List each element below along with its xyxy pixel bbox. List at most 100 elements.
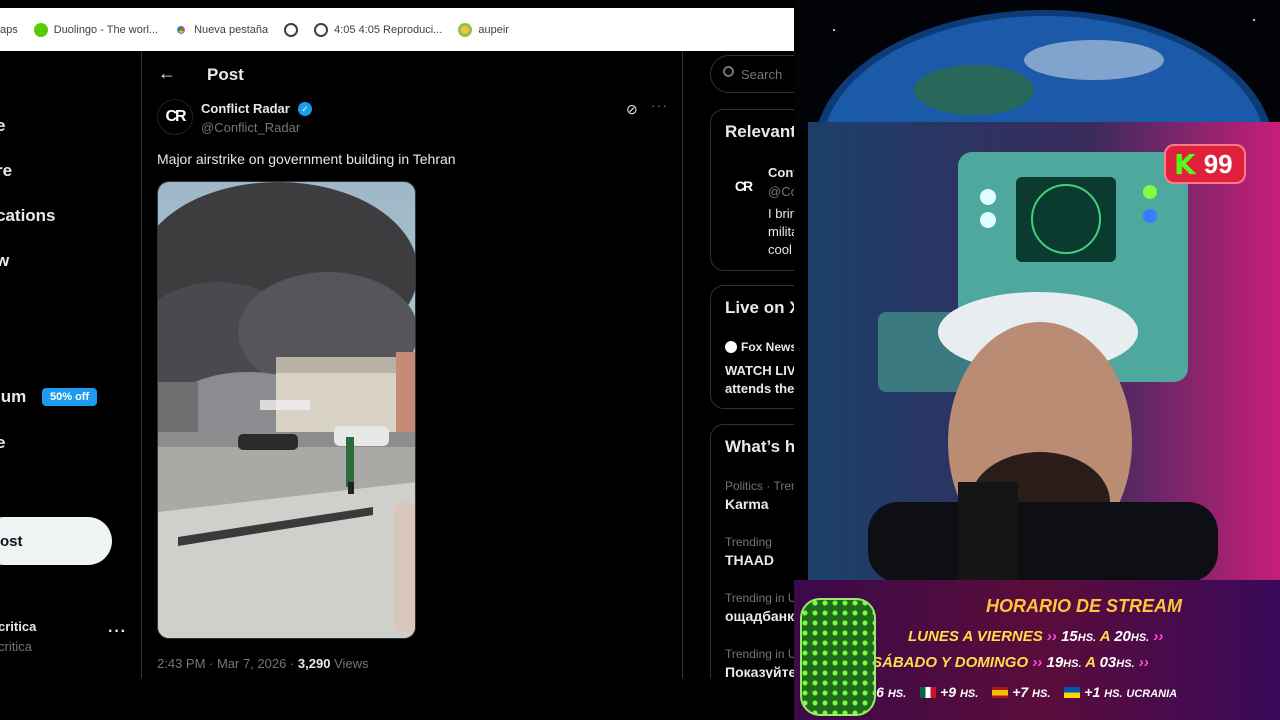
- ukraine-label: UCRANIA: [1126, 688, 1178, 700]
- bookmark-apps[interactable]: aps: [0, 16, 26, 44]
- live-headline[interactable]: WATCH LIVE:: [725, 363, 794, 378]
- bookmark-duolingo[interactable]: Duolingo - The worl...: [26, 16, 166, 44]
- fox-news-icon: [725, 341, 737, 353]
- live-source-name: Fox News: [741, 340, 794, 354]
- globe-icon: [314, 22, 329, 37]
- spain-flag-icon: [992, 687, 1009, 698]
- bookmark-reproduction[interactable]: 4:05 4:05 Reproduci...: [306, 16, 450, 44]
- bookmark-aupeir[interactable]: aupeir: [450, 16, 517, 44]
- whats-happening-card: [710, 424, 794, 678]
- nav-item-premium[interactable]: ium: [0, 387, 26, 407]
- live-source[interactable]: Fox News: [725, 340, 794, 354]
- chrome-icon: [174, 22, 189, 37]
- left-nav: e re cations w ium 50% off e ost critica…: [0, 51, 142, 678]
- schedule-to: 03: [1099, 654, 1117, 671]
- nav-item-profile[interactable]: e: [0, 433, 5, 453]
- live-headline[interactable]: attends the S: [725, 381, 794, 396]
- search-input[interactable]: Search: [710, 55, 794, 93]
- post-meta: 2:43 PM · Mar 7, 2026 · 3,290 Views: [157, 656, 369, 671]
- post-timestamp[interactable]: 2:43 PM · Mar 7, 2026 ·: [157, 656, 298, 671]
- trend-name[interactable]: Показуйте: [725, 664, 794, 678]
- earth-background: [794, 0, 1280, 130]
- nav-item-explore[interactable]: re: [0, 161, 12, 181]
- mexico-flag-icon: [920, 687, 937, 698]
- cactus-mascot-icon: [800, 598, 876, 716]
- hs-label: HS.: [959, 688, 979, 700]
- views-label: Views: [330, 656, 369, 671]
- account-handle: critica: [0, 639, 32, 654]
- hs-label: HS.: [1032, 688, 1051, 700]
- duolingo-icon: [33, 22, 48, 37]
- trend-name[interactable]: Karma: [725, 496, 769, 512]
- schedule-a: A: [1085, 654, 1096, 671]
- nav-item-follow[interactable]: w: [0, 251, 9, 271]
- relevant-bio-line: militar: [768, 224, 794, 239]
- post-button[interactable]: ost: [0, 517, 112, 565]
- post-detail: ← Post CR Conflict Radar ✓ @Conflict_Rad…: [143, 51, 683, 678]
- ukraine-flag-icon: [1064, 687, 1081, 698]
- more-options-icon[interactable]: ···: [651, 97, 668, 113]
- schedule-a: A: [1099, 628, 1111, 645]
- relevant-bio-line: I bring: [768, 206, 794, 221]
- kick-logo-icon: K: [1174, 147, 1196, 181]
- bookmark-label: Duolingo - The worl...: [53, 23, 159, 36]
- live-on-x-title: Live on X: [725, 298, 794, 317]
- globe-icon: [284, 22, 299, 37]
- relevant-bio-line: cool th: [768, 242, 794, 257]
- trend-category: Trending: [725, 535, 772, 549]
- right-sidebar: Search Relevant p CR Confli @Conf I brin…: [696, 51, 794, 678]
- account-more-icon[interactable]: ···: [108, 623, 127, 641]
- arrow-icon: ››: [1032, 654, 1047, 671]
- premium-discount-badge: 50% off: [42, 388, 98, 406]
- trend-category: Politics · Trendi: [725, 479, 794, 493]
- post-text: Major airstrike on government building i…: [157, 151, 456, 167]
- nav-item-home[interactable]: e: [0, 116, 5, 136]
- account-name[interactable]: critica: [0, 619, 36, 634]
- schedule-row-weekdays: LUNES A VIERNES ›› 15HS. A 20HS. ››: [908, 628, 1163, 645]
- bookmark-label: 4:05 4:05 Reproduci...: [334, 23, 443, 36]
- page-title: Post: [207, 65, 244, 84]
- whats-happening-title: What’s ha: [725, 437, 794, 456]
- author-handle[interactable]: @Conflict_Radar: [201, 120, 300, 135]
- post-video[interactable]: [157, 181, 416, 639]
- grok-icon[interactable]: ⊘: [626, 101, 638, 118]
- hs-label: HS.: [1104, 688, 1123, 700]
- stream-overlay: K 99 HORARIO DE STREAM LUNES A VIERNES ›…: [794, 0, 1280, 720]
- search-icon: [723, 66, 734, 77]
- trend-name[interactable]: THAAD: [725, 552, 774, 568]
- streamer-webcam: [808, 122, 1280, 580]
- schedule-title: HORARIO DE STREAM: [986, 596, 1183, 616]
- hs-label: HS.: [1077, 632, 1097, 644]
- search-placeholder: Search: [741, 67, 783, 82]
- trend-name[interactable]: ощадбанк: [725, 608, 794, 624]
- bookmark-new-tab[interactable]: Nueva pestaña: [166, 16, 276, 44]
- schedule-to: 20: [1114, 628, 1131, 645]
- arrow-icon: ››: [1138, 654, 1149, 671]
- bookmarks-bar: aps Duolingo - The worl... Nueva pestaña…: [0, 8, 794, 51]
- trend-category: Trending in U: [725, 647, 794, 661]
- hs-label: HS.: [887, 688, 907, 700]
- avatar[interactable]: CR: [157, 99, 193, 135]
- relevant-people-title: Relevant p: [725, 122, 794, 141]
- relevant-handle: @Conf: [768, 184, 794, 199]
- webcam-feed: [808, 122, 1280, 580]
- bookmark-globe[interactable]: [276, 16, 306, 44]
- arrow-icon: ››: [1153, 628, 1164, 645]
- schedule-from: 19: [1046, 654, 1064, 671]
- bookmark-label: Nueva pestaña: [194, 23, 269, 36]
- verified-badge-icon: ✓: [298, 102, 312, 116]
- nav-item-notifications[interactable]: cations: [0, 206, 56, 226]
- schedule-from: 15: [1061, 628, 1078, 645]
- arrow-icon: ››: [1046, 628, 1062, 645]
- hs-label: HS.: [1063, 658, 1082, 670]
- kick-viewer-count: 99: [1203, 148, 1233, 179]
- back-arrow-icon[interactable]: ←: [158, 63, 176, 84]
- author-name[interactable]: Conflict Radar: [201, 101, 290, 116]
- hs-label: HS.: [1130, 632, 1150, 644]
- bookmark-label: aps: [0, 23, 18, 36]
- schedule-days: LUNES A VIERNES: [908, 628, 1043, 645]
- avatar[interactable]: CR: [726, 169, 760, 203]
- timezone-offset: +9: [940, 684, 957, 700]
- hs-label: HS.: [1116, 658, 1135, 670]
- relevant-name[interactable]: Confli: [768, 165, 794, 180]
